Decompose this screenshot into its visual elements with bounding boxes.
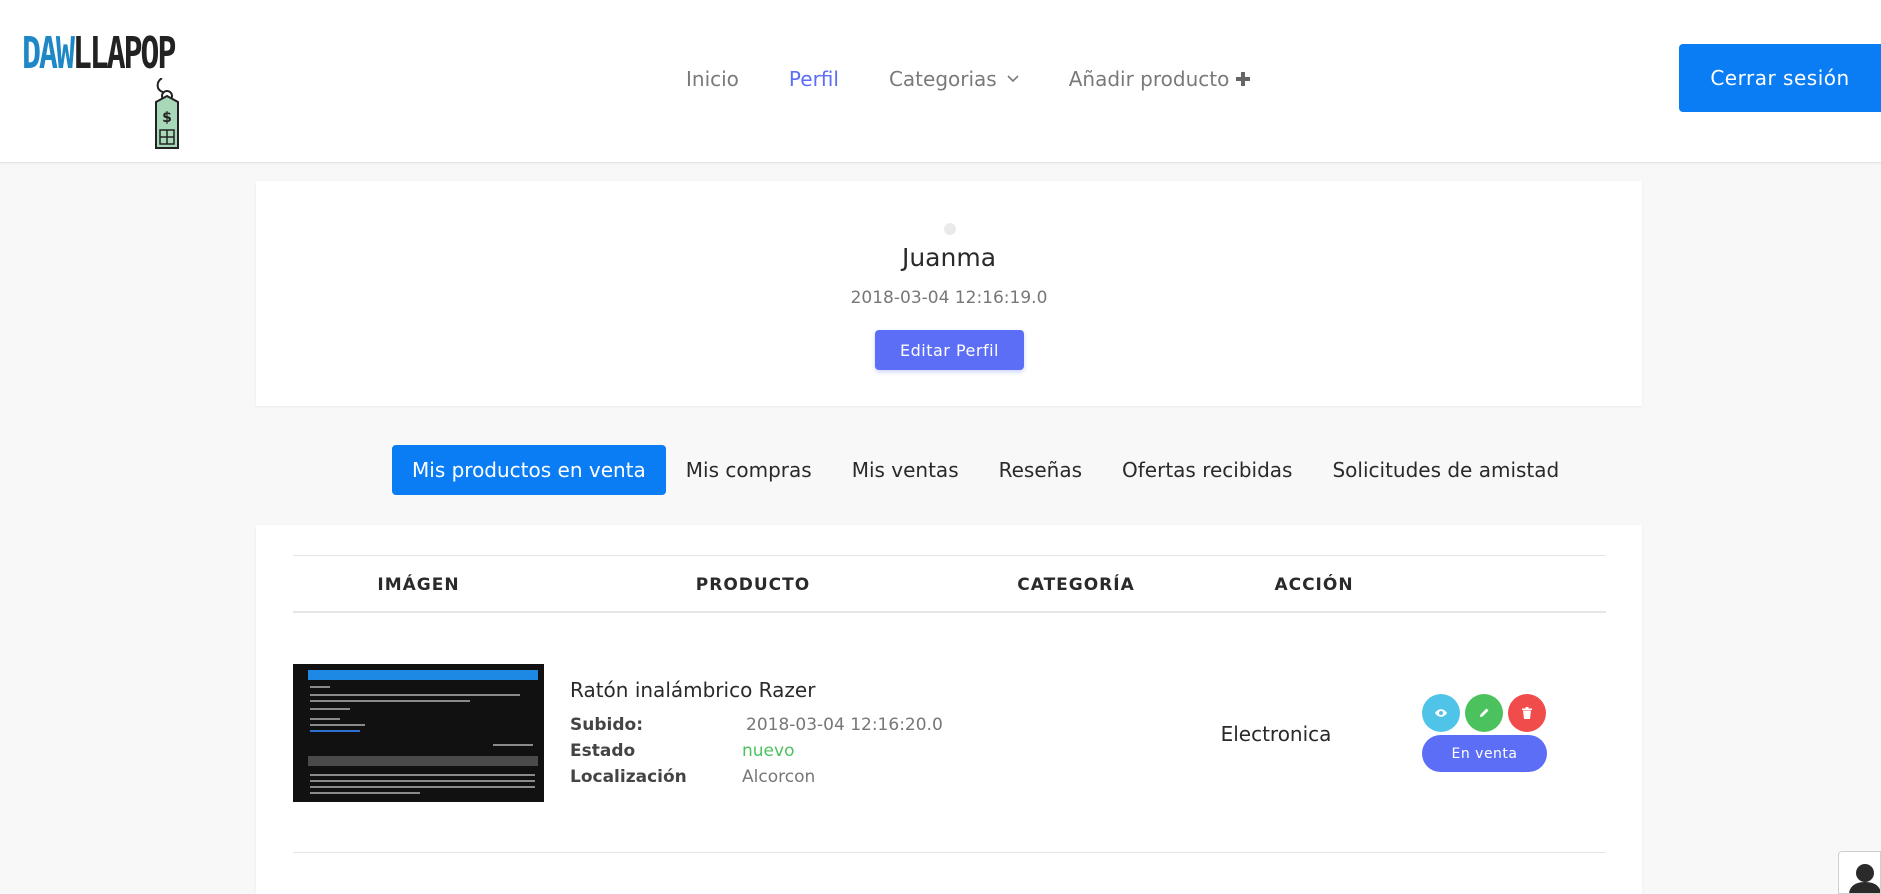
plus-icon — [1236, 72, 1251, 86]
location-label: Localización — [570, 767, 687, 787]
uploaded-label: Subido: — [570, 715, 643, 735]
nav-item-anadir-producto-label: Añadir producto — [1068, 67, 1230, 91]
eye-icon — [1435, 709, 1447, 717]
state-label: Estado — [570, 741, 636, 761]
row-divider — [293, 852, 1606, 853]
tab-solicitudes-de-amistad[interactable]: Solicitudes de amistad — [1312, 445, 1579, 495]
state-value: nuevo — [742, 741, 795, 761]
user-icon — [1849, 864, 1880, 893]
nav-item-categorias[interactable]: Categorias — [889, 67, 1019, 91]
trash-icon — [1522, 707, 1532, 719]
tab-ofertas-recibidas[interactable]: Ofertas recibidas — [1102, 445, 1312, 495]
uploaded-value: 2018-03-04 12:16:20.0 — [746, 715, 943, 735]
logout-button[interactable]: Cerrar sesión — [1679, 44, 1881, 112]
svg-text:$: $ — [162, 110, 172, 126]
product-name[interactable]: Ratón inalámbrico Razer — [570, 678, 815, 702]
profile-tabs: Mis productos en venta Mis compras Mis v… — [392, 445, 1579, 495]
product-category: Electronica — [1220, 722, 1332, 746]
profile-date: 2018-03-04 12:16:19.0 — [850, 288, 1048, 308]
column-header-product: PRODUCTO — [695, 575, 811, 595]
column-header-category: CATEGORÍA — [1017, 575, 1135, 595]
nav-item-categorias-label: Categorias — [888, 67, 997, 91]
top-navbar: DAWLLAPOP $ Inicio Perfil Categorias Aña… — [0, 0, 1881, 163]
avatar — [944, 223, 956, 235]
delete-product-button[interactable] — [1508, 694, 1546, 732]
product-image[interactable] — [293, 664, 544, 802]
view-product-button[interactable] — [1422, 694, 1460, 732]
edit-profile-button[interactable]: Editar Perfil — [875, 330, 1024, 370]
table-header: IMÁGEN PRODUCTO CATEGORÍA ACCIÓN — [293, 555, 1606, 613]
profile-card: Juanma 2018-03-04 12:16:19.0 Editar Perf… — [256, 181, 1642, 406]
logo-text-llapop: LLAPOP — [72, 28, 177, 79]
products-table: IMÁGEN PRODUCTO CATEGORÍA ACCIÓN Ratón i… — [256, 525, 1642, 894]
tab-mis-ventas[interactable]: Mis ventas — [832, 445, 979, 495]
tab-mis-compras[interactable]: Mis compras — [666, 445, 832, 495]
nav-item-inicio[interactable]: Inicio — [686, 67, 739, 91]
nav-item-anadir-producto[interactable]: Añadir producto — [1069, 67, 1252, 91]
product-status-button[interactable]: En venta — [1422, 735, 1547, 772]
location-value: Alcorcon — [742, 767, 816, 787]
column-header-action: ACCIÓN — [1274, 575, 1354, 595]
column-header-image: IMÁGEN — [377, 575, 460, 595]
profile-name: Juanma — [901, 243, 997, 272]
tab-resenas[interactable]: Reseñas — [979, 445, 1102, 495]
pencil-icon — [1480, 708, 1489, 717]
price-tag-icon: $ — [155, 78, 179, 149]
edit-product-button[interactable] — [1465, 694, 1503, 732]
dawllapop-logo[interactable]: DAWLLAPOP $ — [22, 26, 192, 149]
logo-text-daw: DAW — [22, 28, 75, 79]
main-nav: Inicio Perfil Categorias Añadir producto — [686, 62, 1301, 96]
chevron-down-icon — [1007, 75, 1019, 83]
nav-item-perfil[interactable]: Perfil — [789, 67, 839, 91]
tab-mis-productos-en-venta[interactable]: Mis productos en venta — [392, 445, 666, 495]
user-widget[interactable] — [1838, 851, 1881, 894]
